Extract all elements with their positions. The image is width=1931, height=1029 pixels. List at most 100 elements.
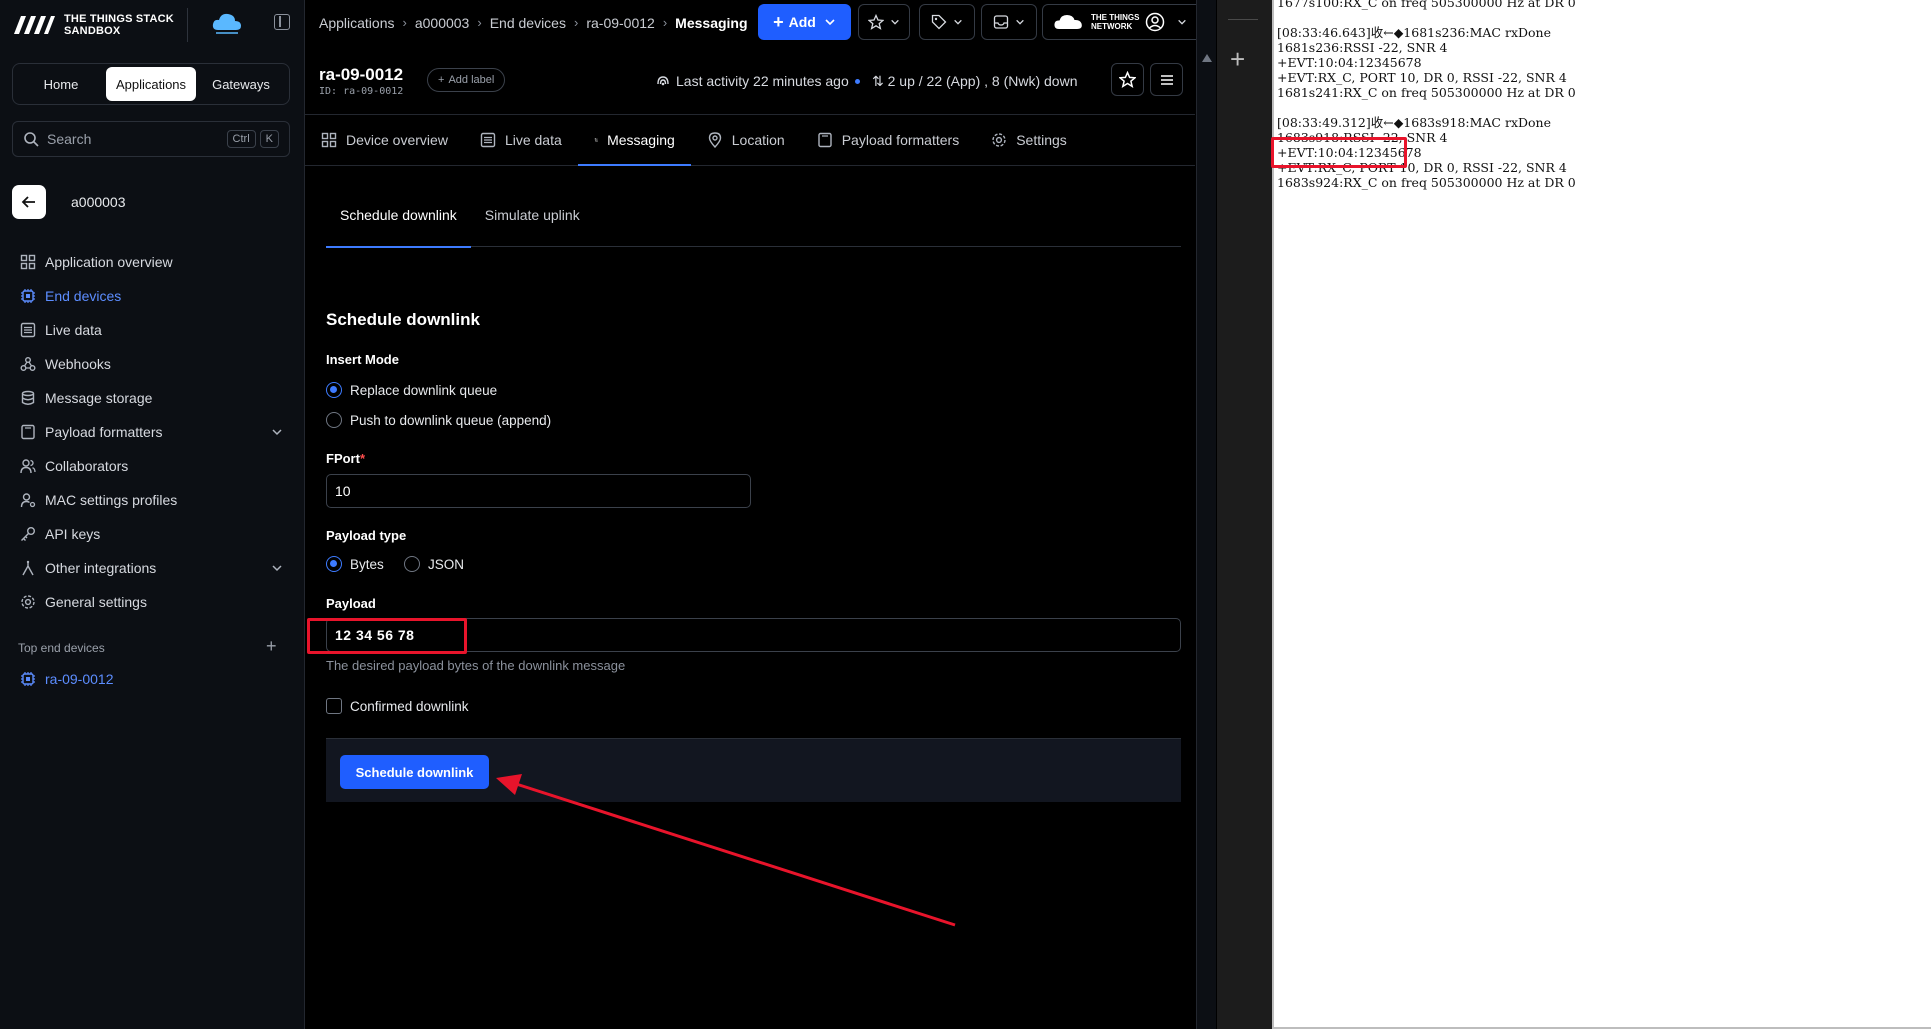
terminal-line: [08:33:49.312]收←◆1683s918:MAC rxDone [1277,115,1551,130]
sidebar-item-api-keys[interactable]: API keys [0,517,305,551]
menu-icon [1160,74,1173,85]
tag-icon [931,14,947,30]
breadcrumb-device[interactable]: ra-09-0012 [586,15,655,31]
sidebar-item-label: Collaborators [45,458,129,474]
chevron-down-icon[interactable] [271,562,283,574]
sidebar-item-mac-settings-profiles[interactable]: MAC settings profiles [0,483,305,517]
side-panel-strip: + [1217,0,1272,1029]
sidebar-item-other-integrations[interactable]: Other integrations [0,551,305,585]
annotation-arrow-icon [496,774,956,927]
terminal-line: 1681s236:RSSI -22, SNR 4 [1277,40,1448,55]
sidebar-item-collaborators[interactable]: Collaborators [0,449,305,483]
ttn-cloud-icon [1054,15,1082,29]
sidebar-collapse-icon[interactable] [274,14,290,30]
breadcrumb-applications[interactable]: Applications [319,15,395,31]
tab-label: Settings [1016,132,1067,148]
sidebar-item-label: Application overview [45,254,173,270]
scroll-up-icon[interactable] [1202,54,1212,62]
radio-replace-queue[interactable]: Replace downlink queue [326,382,497,398]
subtab-simulate-uplink[interactable]: Simulate uplink [471,207,594,247]
fport-input[interactable]: 10 [326,474,751,508]
ttn-line1: THE THINGS [1091,13,1140,22]
chevron-down-icon [891,19,899,25]
tab-payload-formatters[interactable]: Payload formatters [801,115,976,165]
kbd-ctrl: Ctrl [226,130,256,148]
kbd-k: K [259,130,279,148]
search-input[interactable]: Search Ctrl K [12,121,290,157]
sidebar-item-live-data[interactable]: Live data [0,313,305,347]
radio-label: Replace downlink queue [350,382,498,398]
chevron-down-icon[interactable] [271,426,283,438]
sidebar-item-payload-formatters[interactable]: Payload formatters [0,415,305,449]
sidebar-top-device-item[interactable]: ra-09-0012 [20,671,114,687]
radio-selected-icon[interactable] [326,556,342,572]
sidebar-item-label: Payload formatters [45,424,163,440]
radio-push-queue[interactable]: Push to downlink queue (append) [326,412,551,428]
confirmed-downlink-checkbox[interactable]: Confirmed downlink [326,698,469,714]
switch-home[interactable]: Home [16,67,106,101]
breadcrumb-application[interactable]: a000003 [415,15,470,31]
radio-bytes[interactable]: Bytes [326,556,384,572]
new-tab-plus-icon[interactable]: + [1230,46,1245,72]
sidebar-item-webhooks[interactable]: Webhooks [0,347,305,381]
sidebar-item-label: Message storage [45,390,153,406]
notifications-button[interactable] [981,4,1037,40]
radio-unselected-icon[interactable] [404,556,420,572]
scrollbar[interactable] [1196,0,1216,1029]
add-button-label: Add [788,14,816,30]
sidebar-item-label: MAC settings profiles [45,492,178,508]
payload-hint: The desired payload bytes of the downlin… [326,658,626,673]
favorite-device-button[interactable] [1111,63,1144,96]
payload-label: Payload [326,596,376,611]
device-title: ra-09-0012 [319,65,404,84]
sidebar-item-message-storage[interactable]: Message storage [0,381,305,415]
ttn-line2: NETWORK [1091,22,1133,31]
radio-label: Push to downlink queue (append) [350,412,552,428]
last-activity-text: Last activity 22 minutes ago [676,73,849,89]
terminal-line: [08:33:46.643]收←◆1681s236:MAC rxDone [1277,25,1551,40]
plus-icon: + [773,12,784,32]
tab-device-overview[interactable]: Device overview [305,115,464,165]
tab-live-data[interactable]: Live data [464,115,578,165]
tab-label: Messaging [607,132,675,148]
account-menu-button[interactable]: THE THINGS NETWORK [1042,4,1202,40]
radio-label: JSON [428,556,465,572]
last-activity: Last activity 22 minutes ago [656,73,860,89]
fport-label: FPort* [326,451,365,466]
radio-selected-icon[interactable] [326,382,342,398]
sidebar-item-general-settings[interactable]: General settings [0,585,305,619]
add-label-button[interactable]: + Add label [427,68,506,92]
back-button[interactable] [12,185,46,219]
tab-settings[interactable]: Settings [975,115,1083,165]
user-circle-icon [1146,12,1165,32]
bookmarks-button[interactable] [858,4,910,40]
device-menu-button[interactable] [1150,63,1183,96]
radio-json[interactable]: JSON [404,556,464,572]
tab-location[interactable]: Location [691,115,801,165]
brand-line1: THE THINGS STACK [64,13,174,25]
tab-label: Device overview [346,132,448,148]
schedule-downlink-button[interactable]: Schedule downlink [340,755,489,789]
checkbox-icon[interactable] [326,698,342,714]
switch-applications[interactable]: Applications [106,67,196,101]
top-bar: Applications › a000003 › End devices › r… [305,0,1217,45]
sidebar-item-end-devices[interactable]: End devices [0,279,305,313]
sidebar-item-application-overview[interactable]: Application overview [0,245,305,279]
breadcrumb-end-devices[interactable]: End devices [490,15,566,31]
star-icon [1119,71,1136,88]
users-icon [20,459,36,474]
brand[interactable]: THE THINGS STACK SANDBOX [12,8,241,42]
top-device-label: ra-09-0012 [45,671,114,687]
chevron-down-icon [1016,19,1024,25]
switch-gateways[interactable]: Gateways [196,67,286,101]
tab-messaging[interactable]: Messaging [577,115,691,166]
terminal-line: 1677s100:RX_C on freq 505300000 Hz at DR… [1277,0,1576,10]
grid-icon [321,132,337,148]
add-button[interactable]: + Add [758,4,851,40]
subtab-schedule-downlink[interactable]: Schedule downlink [326,207,471,248]
labels-button[interactable] [919,4,975,40]
search-placeholder: Search [47,131,92,147]
search-icon [24,132,39,147]
radio-unselected-icon[interactable] [326,412,342,428]
add-top-device-button[interactable]: + [266,637,277,655]
